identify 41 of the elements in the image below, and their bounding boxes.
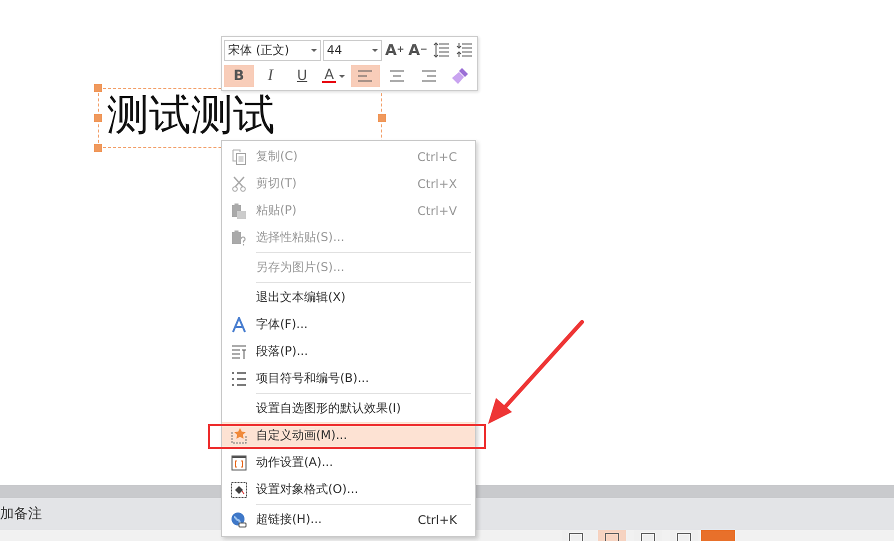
resize-handle[interactable] xyxy=(94,114,102,122)
letter-a-icon xyxy=(231,316,247,332)
brush-icon xyxy=(451,67,470,85)
align-center-icon xyxy=(390,70,404,82)
align-left-button[interactable] xyxy=(350,65,380,87)
menu-item[interactable]: 动作设置(A)... xyxy=(222,449,475,476)
font-dropdown[interactable]: 宋体 (正文) xyxy=(224,40,321,60)
resize-handle[interactable] xyxy=(378,114,386,122)
align-right-icon xyxy=(422,70,436,82)
menu-item[interactable]: 设置自选图形的默认效果(I) xyxy=(222,395,475,422)
grow-font-button[interactable]: A$^{+}$ xyxy=(384,39,406,61)
line-spacing-icon xyxy=(433,42,450,58)
list-spacing-icon xyxy=(456,42,472,58)
menu-item[interactable]: 段落(P)... xyxy=(222,338,475,365)
align-left-icon xyxy=(358,70,372,82)
underline-button[interactable]: U xyxy=(287,65,317,87)
action-icon xyxy=(231,454,247,470)
font-color-button[interactable]: A xyxy=(318,65,348,87)
font-size-dropdown[interactable]: 44 xyxy=(322,40,382,60)
clipboard-icon xyxy=(231,202,247,218)
slide-text[interactable]: 测试测试 xyxy=(107,94,275,138)
notes-placeholder[interactable]: 加备注 xyxy=(0,505,42,523)
menu-item[interactable]: 项目符号和编号(B)... xyxy=(222,365,475,392)
bold-button[interactable]: B xyxy=(224,65,254,87)
bullet-list-icon xyxy=(231,370,247,386)
view-button[interactable] xyxy=(598,530,626,541)
menu-item[interactable]: 退出文本编辑(X) xyxy=(222,284,475,311)
italic-button[interactable]: I xyxy=(256,65,286,87)
resize-handle[interactable] xyxy=(94,144,102,152)
shrink-font-button[interactable]: A$^{−}$ xyxy=(407,39,429,61)
menu-item[interactable]: 字体(F)... xyxy=(222,311,475,338)
clipboard-question-icon xyxy=(231,230,247,246)
resize-handle[interactable] xyxy=(94,84,102,92)
menu-item[interactable]: 超链接(H)... Ctrl+K xyxy=(222,506,475,533)
star-frame-icon xyxy=(231,428,247,444)
scissors-icon xyxy=(231,176,247,192)
shape-format-icon xyxy=(231,482,247,498)
copy-icon xyxy=(231,148,247,164)
paragraph-icon xyxy=(231,344,247,360)
menu-item[interactable]: 设置对象格式(O)... xyxy=(222,476,475,503)
globe-link-icon xyxy=(231,512,247,528)
